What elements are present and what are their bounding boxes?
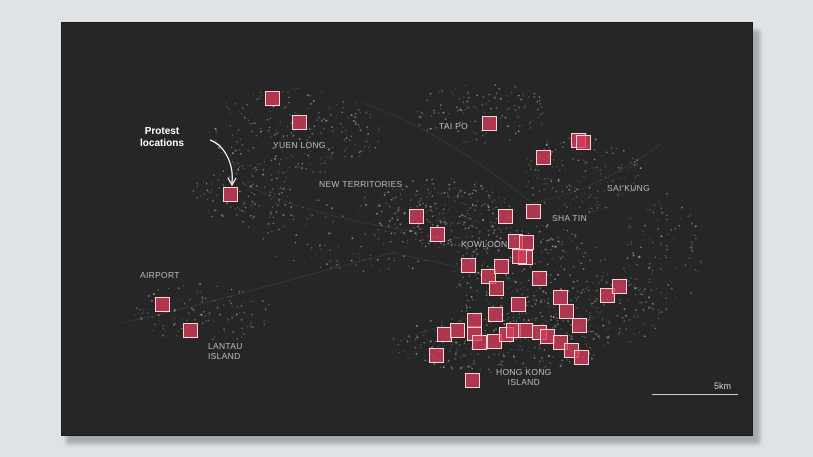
protest-locations-annotation: Protest locations [140,126,184,150]
lantau-line-1: LANTAU [208,341,243,351]
protest-marker[interactable] [155,297,170,312]
protest-marker[interactable] [482,116,497,131]
hk-island-line-1: HONG KONG [496,367,552,377]
place-new-territories: NEW TERRITORIES [319,179,403,189]
protest-marker[interactable] [467,313,482,328]
protest-marker[interactable] [512,249,527,264]
protest-marker[interactable] [488,307,503,322]
protest-marker[interactable] [553,290,568,305]
protest-marker[interactable] [265,91,280,106]
protest-marker[interactable] [494,259,509,274]
place-sha-tin: SHA TIN [552,213,588,223]
protest-marker[interactable] [489,281,504,296]
protest-marker[interactable] [526,204,541,219]
protest-marker[interactable] [518,323,533,338]
protest-marker[interactable] [292,115,307,130]
protest-marker[interactable] [465,373,480,388]
place-yuen-long: YUEN LONG [273,140,326,150]
protest-marker[interactable] [450,323,465,338]
scale-label: 5km [714,381,732,391]
place-sai-kung: SAI KUNG [607,183,651,193]
protest-marker[interactable] [576,135,591,150]
protest-marker[interactable] [574,350,589,365]
annotation-arrow [209,139,237,187]
protest-marker[interactable] [223,187,238,202]
annotation-line-2: locations [140,138,184,149]
place-airport: AIRPORT [140,270,180,280]
protest-marker[interactable] [511,297,526,312]
protest-marker[interactable] [519,235,534,250]
protest-marker[interactable] [559,304,574,319]
protest-marker[interactable] [536,150,551,165]
protest-marker[interactable] [429,348,444,363]
place-hong-kong-island: HONG KONG ISLAND [496,367,552,387]
protest-marker[interactable] [498,209,513,224]
map-panel[interactable]: Protest locations YUEN LONG TAI PO NEW T… [61,22,753,436]
place-tai-po: TAI PO [439,121,469,131]
protest-marker[interactable] [183,323,198,338]
protest-marker[interactable] [472,335,487,350]
hk-island-line-2: ISLAND [507,377,541,387]
protest-marker[interactable] [612,279,627,294]
place-kowloon: KOWLOON [461,239,508,249]
protest-marker[interactable] [532,271,547,286]
protest-marker[interactable] [430,227,445,242]
place-lantau-island: LANTAU ISLAND [208,341,243,361]
scale-bar [652,394,738,395]
lantau-line-2: ISLAND [208,351,241,361]
protest-marker[interactable] [461,258,476,273]
protest-marker[interactable] [409,209,424,224]
annotation-line-1: Protest [144,126,180,137]
protest-marker[interactable] [572,318,587,333]
